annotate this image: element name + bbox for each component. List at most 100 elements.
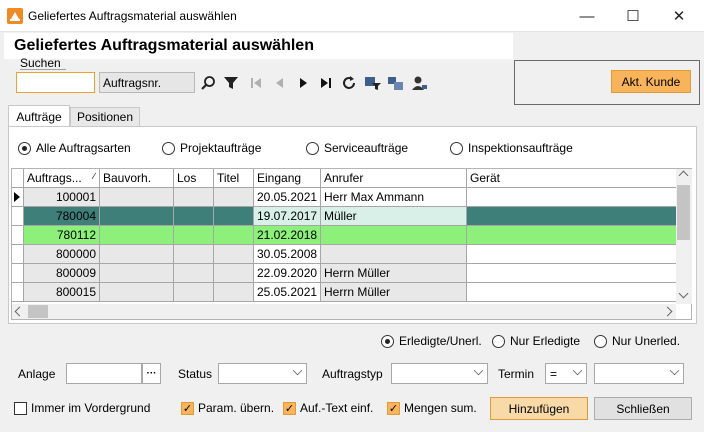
column-header-geraet[interactable]: Gerät: [467, 169, 677, 188]
maximize-button[interactable]: ☐: [610, 0, 656, 32]
customer-icon[interactable]: [409, 72, 429, 93]
tab-orders[interactable]: Aufträge: [8, 105, 70, 127]
radio-inspection-orders[interactable]: Inspektionsaufträge: [450, 141, 573, 155]
cell-los[interactable]: [174, 188, 214, 207]
termin-operator-select[interactable]: =: [545, 363, 587, 384]
radio-project-orders[interactable]: Projektaufträge: [162, 141, 261, 155]
anlage-lookup-button[interactable]: ···: [142, 363, 161, 384]
scroll-up-icon[interactable]: [678, 170, 689, 181]
vertical-scroll-thumb[interactable]: [677, 185, 690, 240]
column-header-eingang[interactable]: Eingang: [254, 169, 321, 188]
cell-anrufer[interactable]: Herrn Müller: [321, 283, 467, 302]
radio-all-order-types[interactable]: Alle Auftragsarten: [18, 141, 131, 155]
search-input[interactable]: [16, 72, 95, 93]
status-select[interactable]: [218, 363, 307, 384]
horizontal-scroll-thumb[interactable]: [28, 305, 48, 318]
cell-titel[interactable]: [214, 207, 254, 226]
row-indicator[interactable]: [12, 264, 24, 283]
cell-geraet[interactable]: [467, 226, 677, 245]
previous-record-icon[interactable]: [270, 72, 290, 93]
cell-los[interactable]: [174, 264, 214, 283]
cell-titel[interactable]: [214, 188, 254, 207]
column-header-titel[interactable]: Titel: [214, 169, 254, 188]
row-indicator[interactable]: [12, 245, 24, 264]
cell-eingang[interactable]: 30.05.2008: [254, 245, 321, 264]
cell-order-number[interactable]: 800009: [24, 264, 100, 283]
row-indicator[interactable]: [12, 283, 24, 302]
cell-los[interactable]: [174, 245, 214, 264]
column-header-los[interactable]: Los: [174, 169, 214, 188]
radio-only-open[interactable]: Nur Unerled.: [594, 334, 680, 348]
cell-eingang[interactable]: 25.05.2021: [254, 283, 321, 302]
cell-eingang[interactable]: 22.09.2020: [254, 264, 321, 283]
current-customer-button[interactable]: Akt. Kunde: [611, 70, 691, 93]
mengen-sum-checkbox[interactable]: ✓ Mengen sum.: [387, 401, 477, 415]
radio-done-and-open[interactable]: Erledigte/Unerl.: [381, 334, 482, 348]
radio-service-orders[interactable]: Serviceaufträge: [306, 141, 408, 155]
termin-date-select[interactable]: [594, 363, 684, 384]
anlage-input[interactable]: [66, 363, 142, 384]
cell-geraet[interactable]: [467, 264, 677, 283]
cell-bauvorh[interactable]: [100, 245, 174, 264]
cell-titel[interactable]: [214, 245, 254, 264]
cell-order-number[interactable]: 780112: [24, 226, 100, 245]
close-window-button[interactable]: ✕: [656, 0, 702, 32]
cell-los[interactable]: [174, 226, 214, 245]
cell-anrufer[interactable]: Müller: [321, 207, 467, 226]
orders-grid[interactable]: Auftrags... ∕ Bauvorh. Los Titel Eingang …: [11, 168, 692, 320]
row-indicator[interactable]: [12, 226, 24, 245]
refresh-icon[interactable]: [339, 72, 359, 93]
cell-geraet[interactable]: [467, 207, 677, 226]
next-record-icon[interactable]: [293, 72, 313, 93]
cell-titel[interactable]: [214, 226, 254, 245]
row-indicator[interactable]: [12, 207, 24, 226]
cell-anrufer[interactable]: [321, 226, 467, 245]
cell-order-number[interactable]: 780004: [24, 207, 100, 226]
table-filter-icon[interactable]: [363, 72, 383, 93]
cell-bauvorh[interactable]: [100, 188, 174, 207]
cell-eingang[interactable]: 21.02.2018: [254, 226, 321, 245]
filter-icon[interactable]: [221, 72, 241, 93]
cell-titel[interactable]: [214, 264, 254, 283]
cell-geraet[interactable]: [467, 245, 677, 264]
cell-eingang[interactable]: 19.07.2017: [254, 207, 321, 226]
radio-only-done[interactable]: Nur Erledigte: [492, 334, 580, 348]
cell-bauvorh[interactable]: [100, 264, 174, 283]
auf-text-checkbox[interactable]: ✓ Auf.-Text einf.: [283, 401, 373, 415]
cell-los[interactable]: [174, 207, 214, 226]
horizontal-scrollbar[interactable]: [12, 304, 676, 319]
cell-bauvorh[interactable]: [100, 226, 174, 245]
add-button[interactable]: Hinzufügen: [490, 397, 588, 420]
close-button[interactable]: Schließen: [594, 397, 692, 420]
cell-titel[interactable]: [214, 283, 254, 302]
cell-geraet[interactable]: [467, 188, 677, 207]
scroll-right-icon[interactable]: [662, 306, 673, 317]
always-on-top-checkbox[interactable]: Immer im Vordergrund: [14, 401, 150, 415]
vertical-scrollbar[interactable]: [676, 169, 692, 304]
search-field-select[interactable]: Auftragsnr.: [99, 72, 195, 93]
cell-anrufer[interactable]: Herrn Müller: [321, 264, 467, 283]
cell-anrufer[interactable]: Herr Max Ammann: [321, 188, 467, 207]
column-header-order-number[interactable]: Auftrags... ∕: [24, 169, 100, 188]
scroll-left-icon[interactable]: [14, 306, 25, 317]
cell-bauvorh[interactable]: [100, 283, 174, 302]
cell-eingang[interactable]: 20.05.2021: [254, 188, 321, 207]
table-select-icon[interactable]: [386, 72, 406, 93]
current-row-indicator-icon[interactable]: [12, 188, 24, 207]
last-record-icon[interactable]: [316, 72, 336, 93]
cell-los[interactable]: [174, 283, 214, 302]
cell-bauvorh[interactable]: [100, 207, 174, 226]
first-record-icon[interactable]: [246, 72, 266, 93]
param-uebern-checkbox[interactable]: ✓ Param. übern.: [181, 401, 274, 415]
tab-positions[interactable]: Positionen: [70, 107, 140, 126]
search-icon[interactable]: [198, 72, 218, 93]
minimize-button[interactable]: —: [564, 0, 610, 32]
cell-geraet[interactable]: [467, 283, 677, 302]
column-header-anrufer[interactable]: Anrufer: [321, 169, 467, 188]
column-header-bauvorh[interactable]: Bauvorh.: [100, 169, 174, 188]
scroll-down-icon[interactable]: [678, 288, 689, 299]
cell-order-number[interactable]: 800000: [24, 245, 100, 264]
cell-order-number[interactable]: 100001: [24, 188, 100, 207]
auftragstyp-select[interactable]: [391, 363, 488, 384]
cell-order-number[interactable]: 800015: [24, 283, 100, 302]
